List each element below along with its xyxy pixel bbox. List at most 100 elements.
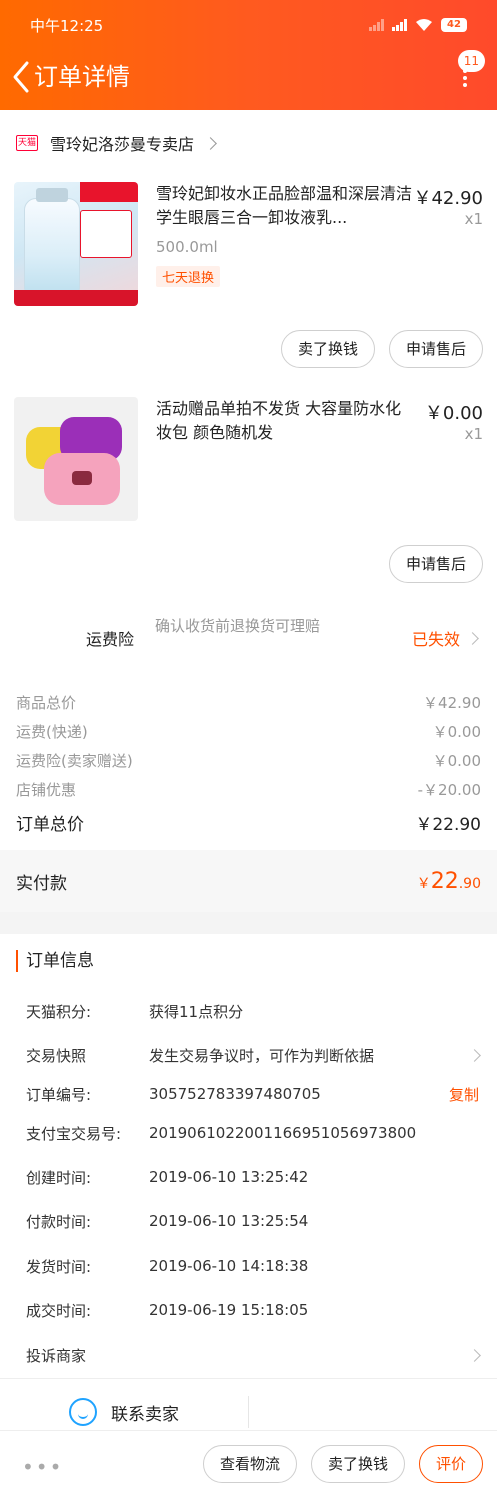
price-row: 商品总价 ￥42.90 (16, 688, 481, 717)
bottle-shape (24, 198, 80, 294)
info-value: 2019061022001166951056973800 (149, 1124, 417, 1142)
order-total-row: 订单总价 ￥22.90 (16, 804, 481, 840)
info-key: 创建时间: (26, 1168, 92, 1187)
price-label: 店铺优惠 (16, 781, 77, 799)
price-value: -￥20.00 (417, 781, 481, 799)
bottom-buttons: 查看物流 卖了换钱 评价 (202, 1445, 483, 1483)
divider (248, 1396, 249, 1428)
info-key: 天猫积分: (26, 1002, 92, 1021)
chevron-right-icon (468, 1048, 481, 1062)
info-value: 2019-06-10 13:25:42 (149, 1168, 309, 1186)
info-value: 2019-06-10 14:18:38 (149, 1257, 309, 1275)
complain-seller-label: 投诉商家 (26, 1346, 87, 1365)
store-name: 雪玲妃洛莎曼专卖店 (50, 135, 195, 154)
paid-decimal: .90 (458, 875, 481, 892)
item-title: 雪玲妃卸妆水正品脸部温和深层清洁学生眼唇三合一卸妆液乳... (156, 184, 412, 227)
info-row-points: 天猫积分: 获得11点积分 (26, 998, 479, 1024)
review-button[interactable]: 评价 (418, 1445, 483, 1483)
resell-button[interactable]: 卖了换钱 (310, 1445, 405, 1483)
insurance-label: 运费险 (86, 630, 135, 649)
bottom-action-bar: ••• 查看物流 卖了换钱 评价 (0, 1430, 497, 1500)
page-title: 订单详情 (34, 63, 130, 91)
contact-seller-label: 联系卖家 (111, 1404, 179, 1425)
paid-integer: 22 (430, 868, 459, 894)
paid-amount: ￥22.90 (417, 869, 481, 894)
price-strip-shape (14, 290, 138, 306)
tmall-icon: 天猫 (16, 135, 38, 151)
chevron-right-icon (466, 631, 479, 645)
clasp-shape (72, 471, 92, 485)
product-image[interactable] (14, 397, 138, 521)
banner-shape (80, 182, 138, 202)
info-value: 2019-06-19 15:18:05 (149, 1301, 309, 1319)
order-total-value: ￥22.90 (415, 814, 481, 835)
item-price: ￥42.90 (413, 188, 483, 209)
section-gap (0, 912, 497, 934)
after-sales-button[interactable]: 申请售后 (388, 545, 483, 583)
order-item[interactable]: 雪玲妃卸妆水正品脸部温和深层清洁学生眼唇三合一卸妆液乳... ￥42.90 x1… (14, 182, 483, 312)
view-logistics-button[interactable]: 查看物流 (202, 1445, 297, 1483)
store-row[interactable]: 天猫 雪玲妃洛莎曼专卖店 (16, 126, 481, 160)
message-badge: 11 (457, 50, 485, 72)
back-icon[interactable] (10, 59, 34, 95)
item-actions: 申请售后 (388, 545, 483, 583)
more-options-icon[interactable]: ••• (22, 1455, 63, 1479)
price-label: 运费险(卖家赠送) (16, 752, 133, 770)
info-row-shipped: 发货时间: 2019-06-10 14:18:38 (26, 1253, 479, 1279)
signal-icon-2 (392, 19, 407, 31)
info-value: 获得11点积分 (149, 1002, 244, 1021)
info-key: 发货时间: (26, 1257, 92, 1276)
insurance-status-text: 已失效 (411, 630, 460, 649)
order-total-label: 订单总价 (16, 814, 84, 835)
resell-button[interactable]: 卖了换钱 (280, 330, 375, 368)
paid-currency: ￥ (416, 875, 431, 892)
info-row-paid: 付款时间: 2019-06-10 13:25:54 (26, 1208, 479, 1234)
info-value: 发生交易争议时，可作为判断依据 (149, 1046, 375, 1065)
bottle-cap-shape (36, 188, 68, 202)
status-bar: 中午12:25 42 (30, 14, 467, 36)
price-row: 运费险(卖家赠送) ￥0.00 (16, 746, 481, 775)
return-policy-badge: 七天退换 (156, 266, 221, 287)
chat-icon (69, 1398, 97, 1426)
item-spec: 500.0ml (156, 238, 218, 256)
more-menu-icon[interactable] (455, 69, 475, 93)
chevron-right-icon (468, 1348, 481, 1362)
chevron-right-icon (204, 136, 217, 150)
info-row-completed: 成交时间: 2019-06-19 15:18:05 (26, 1297, 479, 1323)
item-quantity: x1 (464, 210, 483, 228)
insurance-status: 已失效 (411, 626, 479, 650)
info-value: 2019-06-10 13:25:54 (149, 1212, 309, 1230)
status-icons: 42 (369, 18, 467, 32)
after-sales-button[interactable]: 申请售后 (388, 330, 483, 368)
info-key: 成交时间: (26, 1301, 92, 1320)
copy-button[interactable]: 复制 (449, 1084, 479, 1105)
item-quantity: x1 (464, 425, 483, 443)
product-image[interactable] (14, 182, 138, 306)
divider (0, 1378, 497, 1379)
info-row-snapshot[interactable]: 交易快照 发生交易争议时，可作为判断依据 (26, 1042, 481, 1068)
info-row-order-number: 订单编号: 305752783397480705 复制 (26, 1081, 479, 1107)
battery-icon: 42 (441, 18, 467, 32)
status-time: 中午12:25 (30, 16, 104, 35)
panel-shape (80, 210, 132, 258)
nav-bar: 订单详情 (0, 55, 497, 99)
item-actions: 卖了换钱 申请售后 (280, 330, 483, 368)
signal-icon-1 (369, 19, 384, 31)
info-key: 交易快照 (26, 1046, 87, 1065)
price-label: 运费(快递) (16, 723, 88, 741)
complain-seller-row[interactable]: 投诉商家 (26, 1342, 481, 1368)
insurance-description: 确认收货前退换货可理赔 (155, 617, 321, 635)
info-key: 付款时间: (26, 1212, 92, 1231)
wifi-icon (416, 19, 432, 31)
info-row-alipay-number: 支付宝交易号: 2019061022001166951056973800 (26, 1120, 479, 1146)
shipping-insurance-row[interactable]: 运费险 确认收货前退换货可理赔 已失效 (0, 614, 497, 664)
order-item[interactable]: 活动赠品单拍不发货 大容量防水化妆包 颜色随机发 ￥0.00 x1 (14, 397, 483, 527)
paid-label: 实付款 (16, 873, 67, 894)
price-value: ￥0.00 (432, 723, 481, 741)
info-value: 305752783397480705 (149, 1085, 321, 1103)
paid-amount-row: 实付款 ￥22.90 (0, 850, 497, 912)
price-value: ￥0.00 (432, 752, 481, 770)
header-bar: 中午12:25 42 订单详情 11 (0, 0, 497, 110)
price-breakdown: 商品总价 ￥42.90 运费(快递) ￥0.00 运费险(卖家赠送) ￥0.00 店铺… (16, 688, 481, 840)
item-price: ￥0.00 (424, 403, 483, 424)
